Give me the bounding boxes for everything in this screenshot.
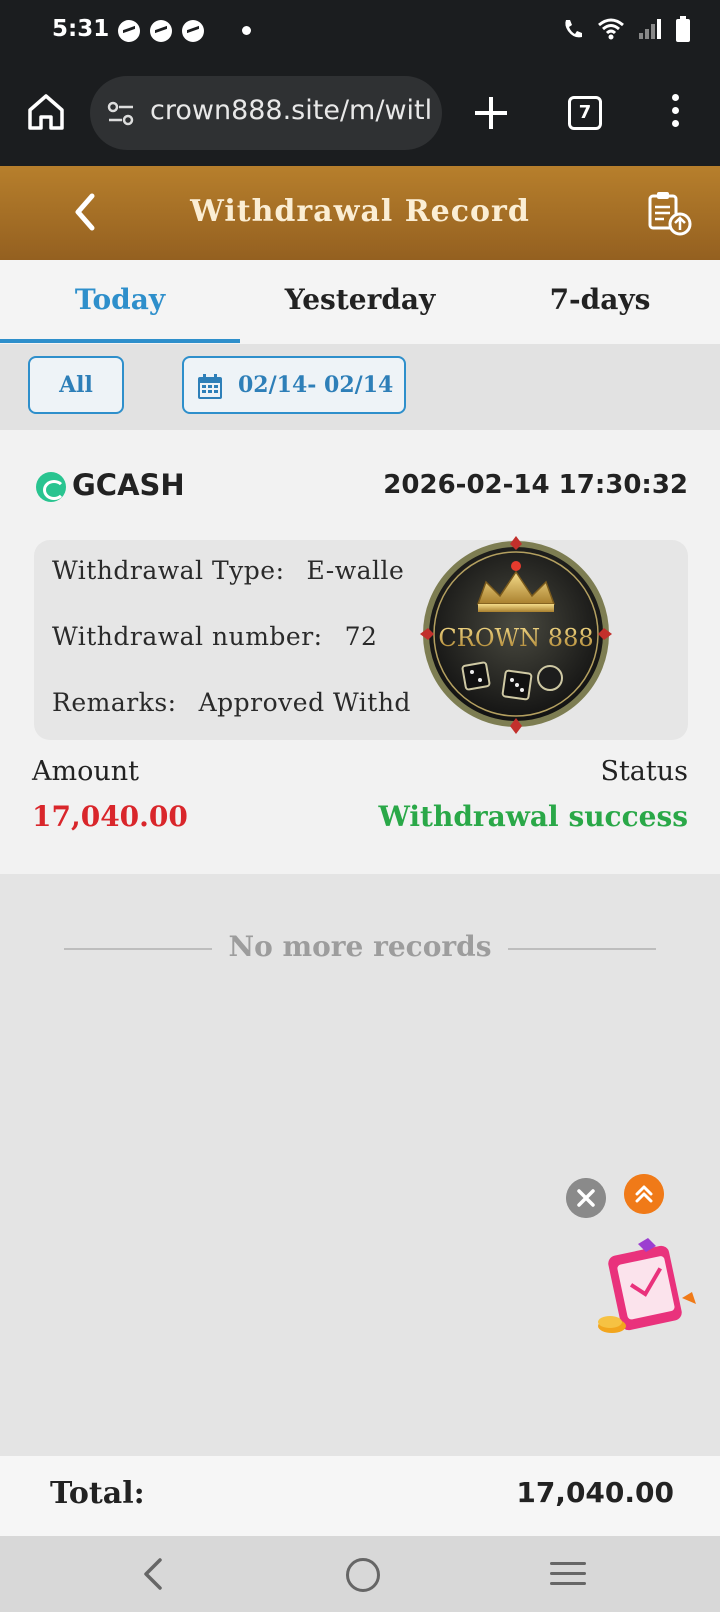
more-notifications-dot: [242, 26, 251, 35]
amount-value: 17,040.00: [32, 800, 188, 833]
total-value: 17,040.00: [516, 1476, 674, 1509]
notification-icons: [118, 20, 204, 42]
browser-toolbar: crown888.site/m/witl 7: [0, 64, 720, 166]
tab-yesterday[interactable]: Yesterday: [240, 260, 480, 344]
remarks-row: Remarks: Approved Withd: [52, 688, 411, 717]
site-settings-icon[interactable]: [106, 100, 136, 128]
amount-label: Amount: [32, 756, 139, 787]
close-float-icon[interactable]: [566, 1178, 606, 1218]
tab-7-days[interactable]: 7-days: [480, 260, 720, 344]
more-menu-icon[interactable]: [668, 94, 682, 134]
gcash-icon: [36, 472, 66, 502]
wifi-calling-icon: [565, 20, 582, 38]
active-tab-indicator: [0, 339, 240, 343]
clipboard-upload-icon[interactable]: [644, 190, 694, 238]
status-value: Withdrawal success: [378, 800, 688, 833]
withdrawal-number-value: 72: [344, 622, 378, 651]
home-icon[interactable]: [24, 90, 68, 134]
battery-icon: [676, 16, 690, 42]
nav-recents-icon[interactable]: [550, 1562, 586, 1588]
system-icons: [562, 16, 690, 42]
withdrawal-type-value: E-walle: [306, 556, 405, 585]
date-tabs: Today Yesterday 7-days: [0, 260, 720, 344]
calendar-icon: [198, 374, 222, 399]
record-datetime: 2026-02-14 17:30:32: [383, 470, 688, 500]
withdrawal-number-label: Withdrawal number:: [52, 622, 323, 651]
list-end-indicator: No more records: [0, 924, 720, 972]
crown888-logo: CROWN 888: [420, 536, 612, 734]
url-text: crown888.site/m/witl: [150, 95, 433, 126]
filter-bar: All 02/14- 02/14: [0, 344, 720, 430]
promo-gift-icon[interactable]: [592, 1238, 700, 1346]
messenger-icon: [150, 20, 172, 42]
messenger-icon: [182, 20, 204, 42]
remarks-label: Remarks:: [52, 688, 177, 717]
address-bar[interactable]: crown888.site/m/witl: [90, 76, 442, 150]
tab-switcher-button[interactable]: 7: [568, 96, 602, 130]
tab-today[interactable]: Today: [0, 260, 240, 344]
withdrawal-type-label: Withdrawal Type:: [52, 556, 285, 585]
list-end-text: No more records: [228, 930, 492, 963]
status-label: Status: [600, 756, 688, 787]
nav-back-icon[interactable]: [138, 1554, 168, 1594]
withdrawal-number-row: Withdrawal number: 72: [52, 622, 377, 651]
wifi-icon: [598, 18, 624, 40]
total-label: Total:: [50, 1476, 145, 1511]
status-time: 5:31: [52, 16, 110, 42]
remarks-value: Approved Withd: [198, 688, 411, 717]
app-header: Withdrawal Record: [0, 166, 720, 260]
withdrawal-type-row: Withdrawal Type: E-walle: [52, 556, 404, 585]
divider-right: [508, 948, 656, 950]
signal-icon: [639, 19, 661, 39]
messenger-icon: [118, 20, 140, 42]
page-title: Withdrawal Record: [190, 194, 530, 229]
nav-home-icon[interactable]: [346, 1558, 380, 1592]
logo-text: CROWN 888: [438, 624, 593, 652]
scroll-top-icon[interactable]: [624, 1174, 664, 1214]
filter-all-button[interactable]: All: [28, 356, 124, 414]
date-range-button[interactable]: 02/14- 02/14: [182, 356, 406, 414]
date-range-text: 02/14- 02/14: [238, 372, 394, 398]
total-bar: Total: 17,040.00: [0, 1456, 720, 1536]
status-bar: 5:31: [0, 0, 720, 64]
system-navigation-bar: [0, 1536, 720, 1612]
new-tab-icon[interactable]: [470, 92, 512, 134]
payment-channel: GCASH: [72, 468, 185, 502]
